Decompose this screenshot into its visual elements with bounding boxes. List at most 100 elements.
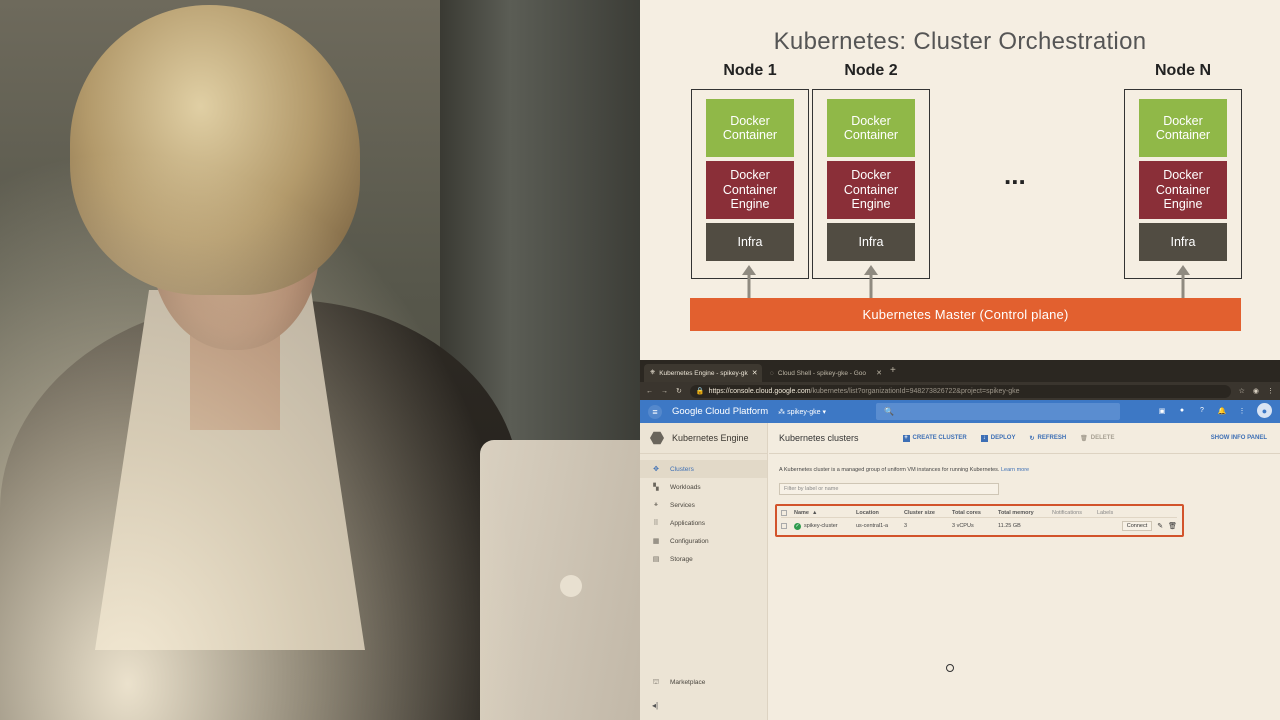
sidebar-item-label: Storage [670, 555, 693, 563]
page-description: A Kubernetes cluster is a managed group … [779, 467, 1029, 473]
cloud-shell-tab-icon: ◌ [770, 369, 774, 377]
sidebar: Kubernetes Engine ✥ Clusters ▚ Workloads… [640, 423, 768, 720]
deploy-button[interactable]: ↓ DEPLOY [980, 434, 1016, 442]
docker-engine-block: Docker Container Engine [706, 161, 794, 219]
star-icon[interactable]: ☆ [1239, 387, 1245, 395]
trash-icon: 🗑 [1080, 435, 1088, 442]
column-notifications: Notifications [1052, 509, 1082, 516]
status-ok-icon: ✓ [794, 522, 801, 530]
column-name[interactable]: Name ▲ [794, 510, 856, 516]
infra-block: Infra [827, 223, 915, 261]
incognito-icon[interactable]: ◉ [1253, 387, 1259, 395]
sidebar-item-workloads[interactable]: ▚ Workloads [640, 478, 767, 496]
menu-dots-icon[interactable]: ⋮ [1267, 387, 1274, 395]
notifications-icon[interactable]: 🔔 [1217, 406, 1227, 416]
create-cluster-label: CREATE CLUSTER [912, 435, 967, 441]
sidebar-item-clusters[interactable]: ✥ Clusters [640, 460, 767, 478]
gcp-header-icons: ▣ ● ? 🔔 ⋮ ● [1157, 403, 1272, 418]
browser-tab-active[interactable]: ⎈ Kubernetes Engine - spikey-gk ✕ [644, 364, 762, 382]
clusters-icon: ✥ [653, 466, 659, 473]
cluster-name-cell[interactable]: ✓ spikey-cluster [794, 522, 856, 530]
configuration-icon: ▦ [652, 538, 660, 545]
kubernetes-engine-icon [650, 431, 664, 445]
cluster-name[interactable]: spikey-cluster [804, 523, 838, 529]
reload-icon[interactable]: ↻ [676, 387, 682, 395]
create-cluster-button[interactable]: + CREATE CLUSTER [902, 434, 967, 442]
sidebar-item-configuration[interactable]: ▦ Configuration [640, 532, 767, 550]
mouse-cursor-icon [946, 664, 954, 672]
search-input[interactable]: 🔍 [876, 403, 1120, 420]
refresh-icon: ↻ [1029, 435, 1035, 442]
sidebar-item-applications[interactable]: ⠿ Applications [640, 514, 767, 532]
deploy-icon: ↓ [980, 434, 988, 442]
add-icon: + [902, 434, 910, 442]
sidebar-item-services[interactable]: ⚹ Services [640, 496, 767, 514]
sidebar-item-label: Marketplace [670, 678, 706, 686]
close-tab-icon[interactable]: ✕ [752, 369, 758, 377]
deploy-label: DEPLOY [990, 435, 1016, 441]
workloads-icon: ▚ [653, 484, 659, 491]
delete-button[interactable]: 🗑 DELETE [1080, 435, 1114, 442]
select-all-checkbox[interactable] [781, 509, 787, 516]
close-tab-icon[interactable]: ✕ [876, 369, 882, 377]
tab-title: Cloud Shell - spikey-gke - Goo [777, 369, 867, 377]
gcp-top-bar: ≡ Google Cloud Platform ⁂ spikey-gke ▾ 🔍… [640, 400, 1280, 423]
connect-button[interactable]: Connect [1121, 521, 1153, 531]
sidebar-item-label: Applications [670, 519, 706, 527]
photo-vignette [0, 0, 640, 720]
column-location: Location [856, 509, 879, 516]
forward-icon[interactable]: → [661, 388, 668, 395]
collapse-sidebar-icon[interactable]: ◂| [652, 701, 658, 710]
sidebar-item-label: Services [670, 501, 695, 509]
new-tab-icon[interactable]: + [890, 365, 896, 376]
url-field[interactable]: 🔒 https://console.cloud.google.com /kube… [689, 384, 1231, 398]
gcp-product-name[interactable]: Google Cloud Platform [672, 406, 768, 417]
edit-icon[interactable]: ✎ [1157, 522, 1163, 530]
back-icon[interactable]: ← [646, 388, 653, 395]
cluster-cores: 3 vCPUs [952, 523, 974, 529]
node-2-box: Docker Container Docker Container Engine… [812, 89, 930, 279]
kubernetes-tab-icon: ⎈ [650, 369, 656, 376]
browser-tab[interactable]: ◌ Cloud Shell - spikey-gke - Goo ✕ [764, 364, 888, 382]
learn-more-link[interactable]: Learn more [1001, 467, 1029, 473]
trash-icon[interactable]: 🗑 [1168, 522, 1177, 530]
column-label: Name [794, 509, 809, 516]
support-icon[interactable]: ● [1177, 406, 1187, 416]
cloud-shell-icon[interactable]: ▣ [1157, 406, 1167, 416]
project-selector[interactable]: ⁂ spikey-gke ▾ [778, 408, 826, 416]
node-1-label: Node 1 [723, 62, 777, 79]
lock-icon: 🔒 [695, 388, 705, 395]
sidebar-item-label: Workloads [670, 483, 701, 491]
refresh-button[interactable]: ↻ REFRESH [1029, 435, 1066, 442]
project-name: spikey-gke [787, 408, 821, 416]
kubernetes-master-bar: Kubernetes Master (Control plane) [690, 298, 1241, 331]
cluster-memory: 11.25 GB [998, 523, 1021, 529]
node-1-box: Docker Container Docker Container Engine… [691, 89, 809, 279]
storage-icon: ▤ [652, 556, 660, 563]
more-options-icon[interactable]: ⋮ [1237, 406, 1247, 416]
sidebar-title: Kubernetes Engine [672, 433, 749, 443]
infra-block: Infra [1139, 223, 1227, 261]
node-2-label: Node 2 [844, 62, 898, 79]
avatar[interactable]: ● [1257, 403, 1272, 418]
main-content: Kubernetes clusters + CREATE CLUSTER ↓ D… [769, 423, 1280, 720]
sidebar-item-storage[interactable]: ▤ Storage [640, 550, 767, 568]
sidebar-item-marketplace[interactable]: ⛫ Marketplace [640, 673, 768, 691]
kubernetes-diagram-slide: Kubernetes: Cluster Orchestration Node 1… [640, 0, 1280, 360]
services-icon: ⚹ [653, 501, 659, 508]
column-total-cores: Total cores [952, 509, 981, 516]
table-row[interactable]: ✓ spikey-cluster us-central1-a 3 3 vCPUs… [781, 519, 1177, 533]
hamburger-menu-icon[interactable]: ≡ [648, 404, 662, 419]
show-info-panel-button[interactable]: SHOW INFO PANEL [1211, 435, 1267, 441]
filter-input[interactable]: Filter by label or name [779, 483, 999, 495]
infra-block: Infra [706, 223, 794, 261]
row-checkbox[interactable] [781, 523, 787, 529]
url-host: https://console.cloud.google.com [708, 387, 811, 395]
docker-engine-block: Docker Container Engine [1139, 161, 1227, 219]
refresh-label: REFRESH [1037, 435, 1067, 441]
node-n-label: Node N [1155, 62, 1211, 79]
search-icon: 🔍 [884, 407, 894, 416]
help-icon[interactable]: ? [1197, 406, 1207, 416]
more-nodes-ellipsis: ... [1004, 160, 1026, 190]
slide-title: Kubernetes: Cluster Orchestration [773, 28, 1147, 55]
